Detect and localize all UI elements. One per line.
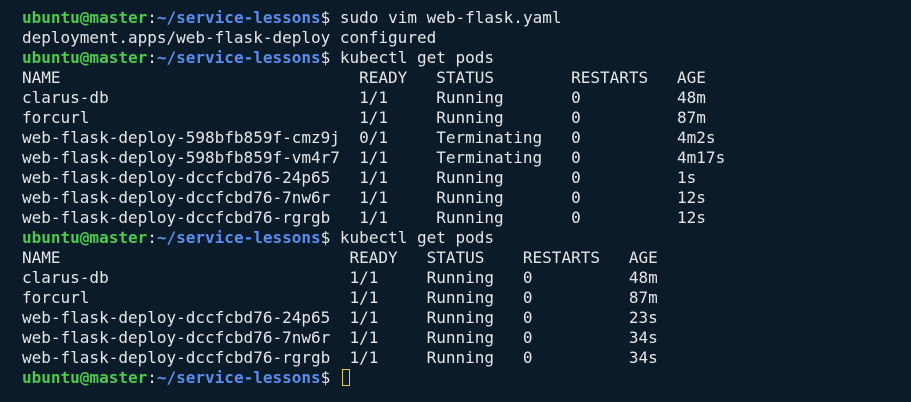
output-line: web-flask-deploy-dccfcbd76-rgrgb 1/1 Run… xyxy=(22,208,911,228)
output-line: web-flask-deploy-dccfcbd76-7nw6r 1/1 Run… xyxy=(22,188,911,208)
prompt-separator: : xyxy=(147,368,157,387)
output-line: forcurl 1/1 Running 0 87m xyxy=(22,108,911,128)
prompt-separator: : xyxy=(147,8,157,27)
output-line: deployment.apps/web-flask-deploy configu… xyxy=(22,28,911,48)
command-text xyxy=(330,368,340,387)
prompt-path: ~/service-lessons xyxy=(156,48,321,67)
prompt-path: ~/service-lessons xyxy=(156,8,321,27)
output-text: deployment.apps/web-flask-deploy configu… xyxy=(22,28,437,47)
output-text: NAME READY STATUS RESTARTS AGE xyxy=(22,248,658,267)
prompt-line: ubuntu@master:~/service-lessons$ kubectl… xyxy=(22,48,911,68)
output-text: web-flask-deploy-dccfcbd76-24p65 1/1 Run… xyxy=(22,168,697,187)
output-text: web-flask-deploy-dccfcbd76-rgrgb 1/1 Run… xyxy=(22,208,706,227)
output-text: clarus-db 1/1 Running 0 48m xyxy=(22,268,658,287)
cursor-block[interactable] xyxy=(341,369,350,386)
output-line: forcurl 1/1 Running 0 87m xyxy=(22,288,911,308)
prompt-line: ubuntu@master:~/service-lessons$ sudo vi… xyxy=(22,8,911,28)
prompt-separator: : xyxy=(147,48,157,67)
prompt-symbol: $ xyxy=(320,48,331,67)
prompt-user-host: ubuntu@master xyxy=(22,368,148,387)
output-line: clarus-db 1/1 Running 0 48m xyxy=(22,88,911,108)
output-line: web-flask-deploy-598bfb859f-cmz9j 0/1 Te… xyxy=(22,128,911,148)
prompt-user-host: ubuntu@master xyxy=(22,48,148,67)
prompt-symbol: $ xyxy=(320,8,331,27)
output-line: web-flask-deploy-dccfcbd76-7nw6r 1/1 Run… xyxy=(22,328,911,348)
output-line: web-flask-deploy-598bfb859f-vm4r7 1/1 Te… xyxy=(22,148,911,168)
output-text: NAME READY STATUS RESTARTS AGE xyxy=(22,68,706,87)
command-text: sudo vim web-flask.yaml xyxy=(330,8,562,27)
prompt-line: ubuntu@master:~/service-lessons$ kubectl… xyxy=(22,228,911,248)
output-text: web-flask-deploy-dccfcbd76-rgrgb 1/1 Run… xyxy=(22,348,658,367)
prompt-user-host: ubuntu@master xyxy=(22,8,148,27)
output-line: NAME READY STATUS RESTARTS AGE xyxy=(22,68,911,88)
output-line: web-flask-deploy-dccfcbd76-rgrgb 1/1 Run… xyxy=(22,348,911,368)
output-line: clarus-db 1/1 Running 0 48m xyxy=(22,268,911,288)
prompt-path: ~/service-lessons xyxy=(156,368,321,387)
output-line: NAME READY STATUS RESTARTS AGE xyxy=(22,248,911,268)
output-line: web-flask-deploy-dccfcbd76-24p65 1/1 Run… xyxy=(22,168,911,188)
output-text: web-flask-deploy-598bfb859f-cmz9j 0/1 Te… xyxy=(22,128,716,147)
prompt-symbol: $ xyxy=(320,368,331,387)
output-line: web-flask-deploy-dccfcbd76-24p65 1/1 Run… xyxy=(22,308,911,328)
output-text: clarus-db 1/1 Running 0 48m xyxy=(22,88,706,107)
prompt-separator: : xyxy=(147,228,157,247)
output-text: forcurl 1/1 Running 0 87m xyxy=(22,108,706,127)
output-text: web-flask-deploy-dccfcbd76-7nw6r 1/1 Run… xyxy=(22,328,658,347)
prompt-path: ~/service-lessons xyxy=(156,228,321,247)
command-text: kubectl get pods xyxy=(330,48,495,67)
output-text: web-flask-deploy-dccfcbd76-7nw6r 1/1 Run… xyxy=(22,188,706,207)
prompt-line: ubuntu@master:~/service-lessons$ xyxy=(22,368,911,388)
output-text: web-flask-deploy-dccfcbd76-24p65 1/1 Run… xyxy=(22,308,658,327)
output-text: web-flask-deploy-598bfb859f-vm4r7 1/1 Te… xyxy=(22,148,726,167)
prompt-user-host: ubuntu@master xyxy=(22,228,148,247)
terminal-window[interactable]: ubuntu@master:~/service-lessons$ sudo vi… xyxy=(0,0,911,402)
command-text: kubectl get pods xyxy=(330,228,495,247)
prompt-symbol: $ xyxy=(320,228,331,247)
output-text: forcurl 1/1 Running 0 87m xyxy=(22,288,658,307)
